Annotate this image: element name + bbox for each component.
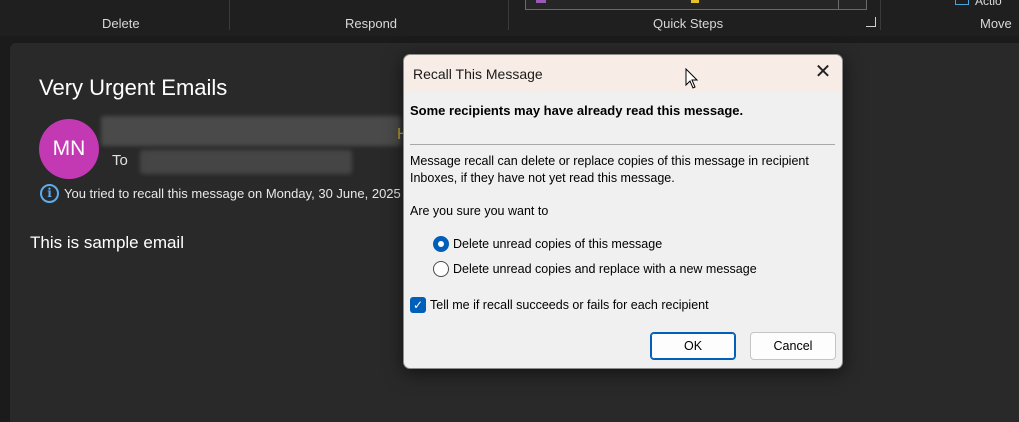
mouse-pointer-icon (685, 68, 699, 89)
ribbon-group-respond-label: Respond (345, 16, 398, 31)
radio-button[interactable] (433, 261, 449, 277)
divider (410, 144, 835, 145)
ribbon-separator (880, 0, 881, 30)
quick-step-icon (691, 0, 699, 3)
checkmark-icon[interactable]: ✓ (410, 297, 426, 313)
cancel-button[interactable]: Cancel (750, 332, 836, 360)
dialog-titlebar[interactable]: Recall This Message ✕ (404, 55, 842, 92)
dialog-title: Recall This Message (413, 66, 543, 82)
actions-icon[interactable] (955, 0, 969, 5)
dialog-launcher-icon[interactable] (866, 17, 876, 27)
message-body: This is sample email (30, 233, 184, 252)
question-text: Are you sure you want to (410, 204, 549, 218)
recall-info-text: You tried to recall this message on Mond… (64, 186, 401, 201)
avatar[interactable]: MN (39, 119, 99, 179)
notify-checkbox-label[interactable]: Tell me if recall succeeds or fails for … (430, 298, 709, 312)
ribbon-separator (229, 0, 230, 30)
option-label[interactable]: Delete unread copies of this message (453, 237, 662, 251)
option-label[interactable]: Delete unread copies and replace with a … (453, 262, 757, 276)
notify-checkbox-row[interactable]: ✓ Tell me if recall succeeds or fails fo… (410, 297, 709, 313)
warning-text: Some recipients may have already read th… (410, 103, 744, 118)
quick-steps-more-button[interactable] (838, 0, 867, 10)
sender-name-redacted[interactable] (101, 116, 401, 146)
close-icon[interactable]: ✕ (808, 59, 838, 87)
ribbon-group-delete-label: Delete (102, 16, 140, 31)
description-text: Message recall can delete or replace cop… (410, 154, 809, 185)
ok-button[interactable]: OK (650, 332, 736, 360)
ribbon-group-quick-steps-label: Quick Steps (653, 16, 724, 31)
recall-dialog: Recall This Message ✕ Some recipients ma… (403, 54, 843, 369)
option-delete-unread[interactable]: Delete unread copies of this message (433, 236, 662, 252)
quick-steps-gallery[interactable] (525, 0, 867, 10)
recipient-redacted[interactable] (140, 150, 352, 174)
info-icon: i (40, 184, 59, 203)
actions-label[interactable]: Actio (975, 0, 1002, 8)
ribbon-separator (508, 0, 509, 30)
ribbon: Delete Respond Quick Steps Actio Move (0, 0, 1019, 36)
option-delete-and-replace[interactable]: Delete unread copies and replace with a … (433, 261, 757, 277)
radio-button-selected[interactable] (433, 236, 449, 252)
quick-step-icon (536, 0, 546, 3)
to-label: To (112, 152, 128, 169)
ribbon-group-move-label: Move (980, 16, 1012, 31)
message-subject: Very Urgent Emails (39, 75, 228, 100)
